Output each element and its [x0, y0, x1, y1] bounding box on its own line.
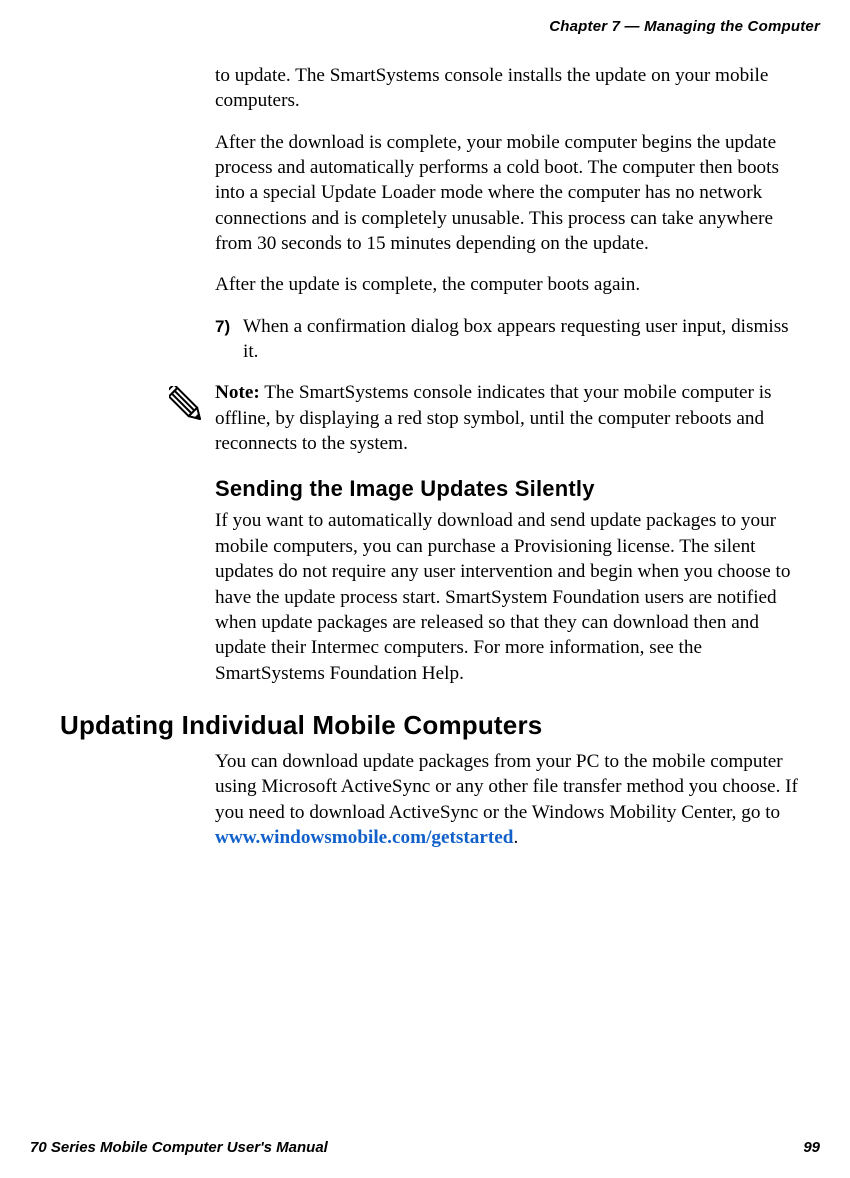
chapter-header: Chapter 7 — Managing the Computer [30, 18, 820, 35]
step-7: 7) When a confirmation dialog box appear… [215, 314, 808, 365]
heading-updating-individual: Updating Individual Mobile Computers [60, 710, 808, 741]
footer-manual-title: 70 Series Mobile Computer User's Manual [30, 1139, 328, 1156]
continuation-paragraph-2: After the download is complete, your mob… [215, 130, 808, 257]
step-text: When a confirmation dialog box appears r… [243, 314, 808, 365]
page-footer: 70 Series Mobile Computer User's Manual … [30, 1139, 820, 1156]
step-number: 7) [215, 314, 243, 365]
pencil-icon [169, 380, 215, 433]
note-text: Note: The SmartSystems console indicates… [215, 380, 808, 456]
continuation-paragraph-1: to update. The SmartSystems console inst… [215, 63, 808, 114]
updating-body-after: . [513, 827, 518, 848]
note-label: Note: [215, 382, 260, 403]
note-body: The SmartSystems console indicates that … [215, 382, 772, 454]
updating-body-text: You can download update packages from yo… [215, 751, 798, 823]
body-column: to update. The SmartSystems console inst… [215, 63, 808, 850]
note-block: Note: The SmartSystems console indicates… [169, 380, 808, 456]
silent-updates-body: If you want to automatically download an… [215, 508, 808, 685]
heading-silent-updates: Sending the Image Updates Silently [215, 476, 808, 502]
getstarted-link[interactable]: www.windowsmobile.com/getstarted [215, 827, 513, 848]
footer-page-number: 99 [803, 1139, 820, 1156]
continuation-paragraph-3: After the update is complete, the comput… [215, 272, 808, 297]
page: Chapter 7 — Managing the Computer to upd… [0, 0, 850, 1178]
updating-body: You can download update packages from yo… [215, 749, 808, 850]
